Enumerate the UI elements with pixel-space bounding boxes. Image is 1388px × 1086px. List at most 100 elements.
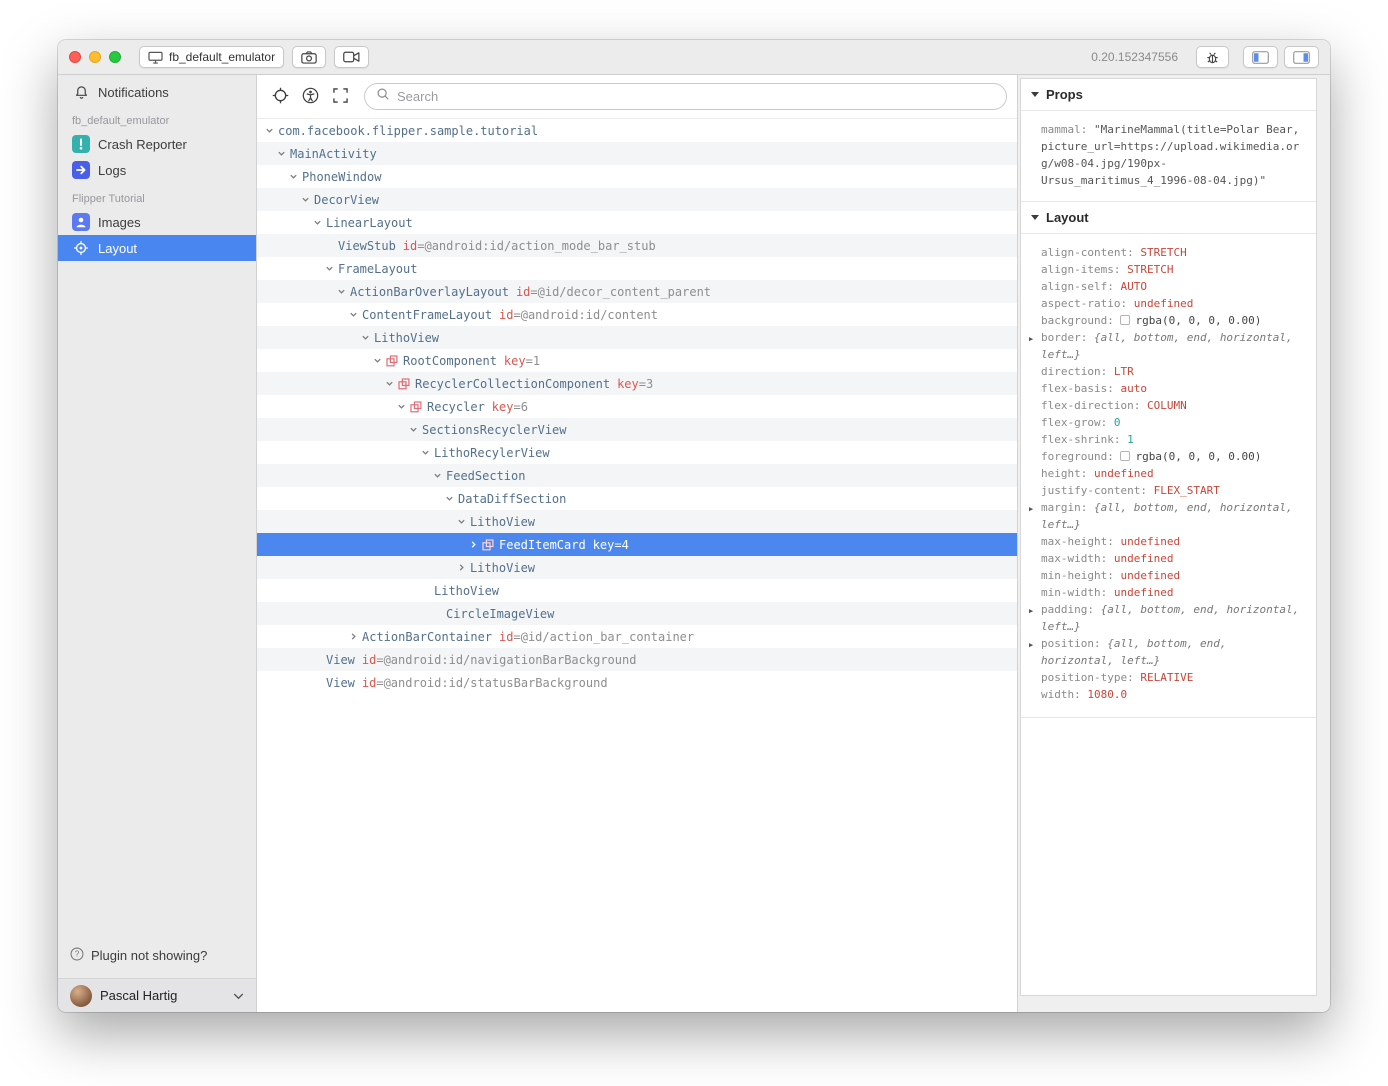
search-box[interactable] (364, 83, 1007, 110)
target-mode-button[interactable] (267, 83, 294, 110)
attribute-value: =@android:id/action_mode_bar_stub (417, 239, 655, 253)
sidebar-item-crash-reporter[interactable]: Crash Reporter (58, 131, 256, 157)
tree-node-RootComponent[interactable]: RootComponentkey=1 (257, 349, 1017, 372)
minimize-window-button[interactable] (89, 51, 101, 63)
tree-node-PhoneWindow[interactable]: PhoneWindow (257, 165, 1017, 188)
tree-node-LithoView[interactable]: LithoView (257, 579, 1017, 602)
layout-tree: com.facebook.flipper.sample.tutorialMain… (257, 119, 1017, 1012)
layout-prop-row-foreground: foreground: rgba(0, 0, 0, 0.00) (1029, 448, 1304, 465)
plugin-help-link[interactable]: ? Plugin not showing? (70, 947, 244, 964)
tree-node-LithoView[interactable]: LithoView (257, 510, 1017, 533)
version-label: 0.20.152347556 (1091, 50, 1178, 64)
tree-node-name: RecyclerCollectionComponent (415, 377, 610, 391)
tree-node-View[interactable]: Viewid=@android:id/navigationBarBackgrou… (257, 648, 1017, 671)
toggle-left-sidebar-button[interactable] (1243, 46, 1278, 68)
logs-icon (72, 161, 90, 179)
attribute-value: =1 (526, 354, 540, 368)
chevron-down-icon[interactable] (457, 517, 470, 526)
expand-arrow-icon[interactable]: ▶ (1029, 603, 1033, 620)
prop-key: align-items: (1041, 263, 1127, 276)
chevron-down-icon[interactable] (445, 494, 458, 503)
prop-value: undefined (1114, 586, 1174, 599)
chevron-down-icon[interactable] (421, 448, 434, 457)
chevron-down-icon[interactable] (397, 402, 410, 411)
user-menu[interactable]: Pascal Hartig (58, 978, 256, 1012)
tree-node-name: LithoView (434, 584, 499, 598)
tree-node-ViewStub[interactable]: ViewStubid=@android:id/action_mode_bar_s… (257, 234, 1017, 257)
tree-node-MainActivity[interactable]: MainActivity (257, 142, 1017, 165)
tree-node-DataDiffSection[interactable]: DataDiffSection (257, 487, 1017, 510)
chevron-down-icon[interactable] (385, 379, 398, 388)
screen-record-button[interactable] (334, 46, 369, 68)
tree-node-FeedSection[interactable]: FeedSection (257, 464, 1017, 487)
tree-node-ContentFrameLayout[interactable]: ContentFrameLayoutid=@android:id/content (257, 303, 1017, 326)
expand-all-button[interactable] (327, 83, 354, 110)
bug-icon (1205, 50, 1220, 65)
toggle-right-sidebar-button[interactable] (1284, 46, 1319, 68)
chevron-down-icon[interactable] (433, 471, 446, 480)
props-section-header[interactable]: Props (1021, 79, 1316, 111)
chevron-down-icon[interactable] (265, 126, 278, 135)
tree-node-FrameLayout[interactable]: FrameLayout (257, 257, 1017, 280)
tree-node-com.facebook.flipper.sample.tutorial[interactable]: com.facebook.flipper.sample.tutorial (257, 119, 1017, 142)
chevron-right-icon[interactable] (457, 563, 470, 572)
sidebar-item-images[interactable]: Images (58, 209, 256, 235)
expand-arrow-icon[interactable]: ▶ (1029, 501, 1033, 518)
sidebar-bottom: ? Plugin not showing? (58, 947, 256, 978)
expand-arrow-icon[interactable]: ▶ (1029, 331, 1033, 348)
bug-report-button[interactable] (1196, 46, 1229, 68)
chevron-down-icon[interactable] (409, 425, 422, 434)
sidebar-item-logs[interactable]: Logs (58, 157, 256, 183)
layout-prop-row-border[interactable]: ▶border: {all, bottom, end, horizontal, … (1029, 329, 1304, 363)
chevron-down-icon[interactable] (313, 218, 326, 227)
tree-node-ActionBarContainer[interactable]: ActionBarContainerid=@id/action_bar_cont… (257, 625, 1017, 648)
tree-node-LinearLayout[interactable]: LinearLayout (257, 211, 1017, 234)
chevron-down-icon[interactable] (289, 172, 302, 181)
device-selector-button[interactable]: fb_default_emulator (139, 46, 284, 68)
tree-node-FeedItemCard[interactable]: FeedItemCardkey=4 (257, 533, 1017, 556)
chevron-down-icon[interactable] (361, 333, 374, 342)
tree-node-LithoRecylerView[interactable]: LithoRecylerView (257, 441, 1017, 464)
chevron-right-icon[interactable] (349, 632, 362, 641)
tree-node-SectionsRecyclerView[interactable]: SectionsRecyclerView (257, 418, 1017, 441)
color-checkbox[interactable] (1120, 451, 1130, 461)
chevron-down-icon[interactable] (301, 195, 314, 204)
sidebar-item-notifications[interactable]: Notifications (58, 79, 256, 105)
chevron-down-icon[interactable] (277, 149, 290, 158)
tree-node-LithoView[interactable]: LithoView (257, 556, 1017, 579)
layout-prop-row-padding[interactable]: ▶padding: {all, bottom, end, horizontal,… (1029, 601, 1304, 635)
tree-node-ActionBarOverlayLayout[interactable]: ActionBarOverlayLayoutid=@id/decor_conte… (257, 280, 1017, 303)
zoom-window-button[interactable] (109, 51, 121, 63)
chevron-down-icon[interactable] (349, 310, 362, 319)
screenshot-button[interactable] (292, 46, 326, 68)
tree-node-name: FeedItemCard (499, 538, 586, 552)
prop-key: background: (1041, 314, 1120, 327)
tree-node-LithoView[interactable]: LithoView (257, 326, 1017, 349)
prop-key: flex-direction: (1041, 399, 1147, 412)
layout-section-header[interactable]: Layout (1021, 201, 1316, 234)
layout-prop-row-position[interactable]: ▶position: {all, bottom, end, horizontal… (1029, 635, 1304, 669)
sidebar-item-layout[interactable]: Layout (58, 235, 256, 261)
expand-arrow-icon[interactable]: ▶ (1029, 637, 1033, 654)
chevron-down-icon[interactable] (373, 356, 386, 365)
tree-node-Recycler[interactable]: Recyclerkey=6 (257, 395, 1017, 418)
tree-node-attribute: id=@android:id/navigationBarBackground (362, 653, 637, 667)
prop-value: undefined (1120, 535, 1180, 548)
tree-node-DecorView[interactable]: DecorView (257, 188, 1017, 211)
close-window-button[interactable] (69, 51, 81, 63)
tree-node-CircleImageView[interactable]: CircleImageView (257, 602, 1017, 625)
prop-key: align-content: (1041, 246, 1140, 259)
tree-node-View[interactable]: Viewid=@android:id/statusBarBackground (257, 671, 1017, 694)
chevron-down-icon[interactable] (337, 287, 350, 296)
chevron-right-icon[interactable] (469, 540, 482, 549)
attribute-key: id (362, 676, 376, 690)
color-checkbox[interactable] (1120, 315, 1130, 325)
chevron-down-icon[interactable] (325, 264, 338, 273)
sidebar-nav: Notificationsfb_default_emulatorCrash Re… (58, 79, 256, 261)
tree-node-RecyclerCollectionComponent[interactable]: RecyclerCollectionComponentkey=3 (257, 372, 1017, 395)
accessibility-mode-button[interactable] (297, 83, 324, 110)
prop-key: border: (1041, 331, 1094, 344)
layout-prop-row-margin[interactable]: ▶margin: {all, bottom, end, horizontal, … (1029, 499, 1304, 533)
prop-value: rgba(0, 0, 0, 0.00) (1135, 450, 1261, 463)
search-input[interactable] (397, 89, 995, 104)
